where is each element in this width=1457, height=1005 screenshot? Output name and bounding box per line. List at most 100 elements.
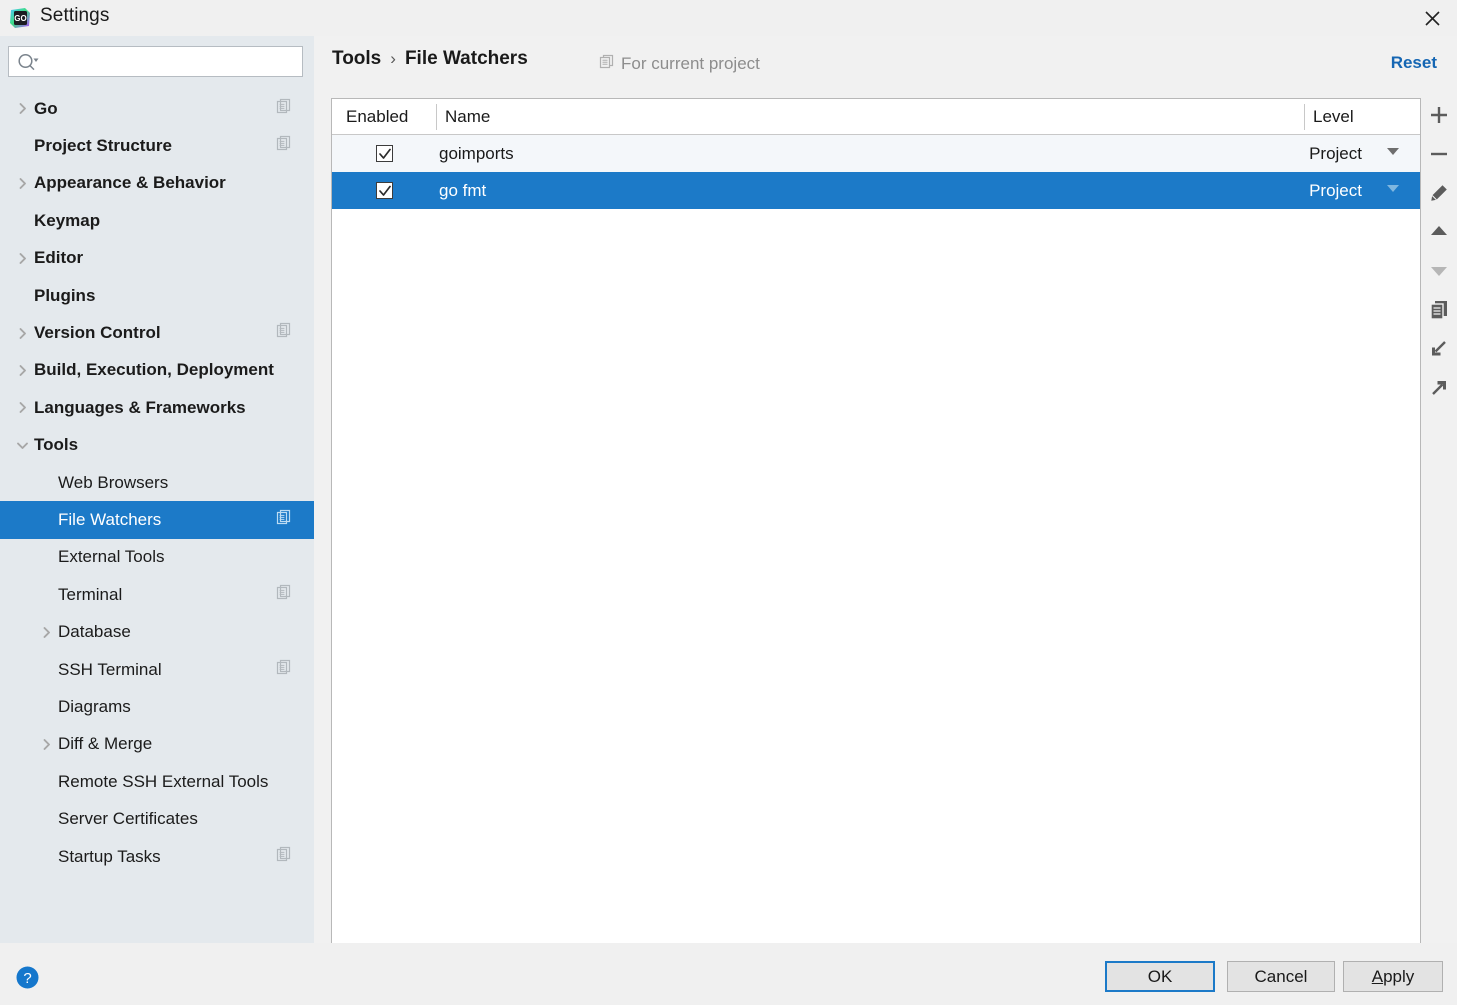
breadcrumb-separator-icon: › bbox=[390, 49, 396, 68]
sidebar-item-tools[interactable]: Tools bbox=[0, 427, 314, 464]
chevron-right-icon[interactable] bbox=[15, 326, 29, 340]
sidebar-item-label: Plugins bbox=[34, 285, 96, 305]
close-icon[interactable] bbox=[1407, 0, 1457, 36]
sidebar-item-label: Appearance & Behavior bbox=[34, 173, 226, 193]
chevron-right-icon[interactable] bbox=[15, 176, 29, 190]
column-header-level[interactable]: Level bbox=[1313, 99, 1354, 134]
sidebar-item-label: Tools bbox=[34, 435, 79, 455]
chevron-right-icon[interactable] bbox=[39, 737, 53, 751]
settings-tree: Go Project Structure Appearance & Behavior… bbox=[0, 90, 314, 875]
project-scope-icon bbox=[276, 322, 292, 344]
chevron-down-icon[interactable] bbox=[1386, 145, 1400, 163]
sidebar-item-editor[interactable]: Editor bbox=[0, 240, 314, 277]
import-icon bbox=[1429, 339, 1449, 364]
chevron-right-icon[interactable] bbox=[39, 625, 53, 639]
sidebar-item-label: Build, Execution, Deployment bbox=[34, 360, 274, 380]
export-button[interactable] bbox=[1422, 371, 1456, 410]
sidebar-item-version-control[interactable]: Version Control bbox=[0, 314, 314, 351]
minus-icon bbox=[1429, 144, 1449, 169]
cancel-button[interactable]: Cancel bbox=[1227, 961, 1335, 992]
sidebar-item-go[interactable]: Go bbox=[0, 90, 314, 127]
sidebar-item-languages-frameworks[interactable]: Languages & Frameworks bbox=[0, 389, 314, 426]
move-up-button[interactable] bbox=[1422, 215, 1456, 254]
sidebar-item-label: Server Certificates bbox=[58, 809, 198, 829]
table-row[interactable]: goimports Project bbox=[332, 135, 1420, 172]
header-divider-2 bbox=[1304, 104, 1305, 130]
enabled-checkbox[interactable] bbox=[376, 182, 393, 199]
edit-button[interactable] bbox=[1422, 176, 1456, 215]
watcher-level: Project bbox=[1309, 180, 1362, 200]
sidebar-item-label: External Tools bbox=[58, 547, 165, 567]
project-scope-icon bbox=[276, 584, 292, 606]
chevron-down-icon[interactable] bbox=[15, 438, 29, 452]
chevron-right-icon[interactable] bbox=[15, 363, 29, 377]
watcher-name: go fmt bbox=[439, 180, 487, 200]
sidebar-item-label: Version Control bbox=[34, 323, 161, 343]
add-button[interactable] bbox=[1422, 98, 1456, 137]
chevron-right-icon[interactable] bbox=[15, 251, 29, 265]
copy-button[interactable] bbox=[1422, 293, 1456, 332]
move-down-button[interactable] bbox=[1422, 254, 1456, 293]
plus-icon bbox=[1429, 105, 1449, 130]
goland-icon: GO bbox=[9, 7, 31, 29]
sidebar-item-label: Project Structure bbox=[34, 136, 172, 156]
project-scope-icon bbox=[276, 659, 292, 681]
sidebar-item-database[interactable]: Database bbox=[0, 613, 314, 650]
apply-mnemonic: A bbox=[1371, 966, 1384, 986]
file-watchers-table: Enabled Name Level goimports Project go fm… bbox=[331, 98, 1421, 958]
breadcrumb: Tools › File Watchers bbox=[332, 48, 528, 70]
sidebar-item-startup-tasks[interactable]: Startup Tasks bbox=[0, 838, 314, 875]
sidebar-item-build-execution-deployment[interactable]: Build, Execution, Deployment bbox=[0, 352, 314, 389]
sidebar-item-label: Go bbox=[34, 98, 58, 118]
sidebar-item-label: Keymap bbox=[34, 210, 101, 230]
project-scope-icon bbox=[599, 54, 614, 74]
sidebar-item-plugins[interactable]: Plugins bbox=[0, 277, 314, 314]
scope-note: For current project bbox=[599, 54, 760, 74]
sidebar-item-file-watchers[interactable]: File Watchers bbox=[0, 501, 314, 539]
pencil-icon bbox=[1429, 183, 1449, 208]
table-header-row: Enabled Name Level bbox=[332, 99, 1420, 135]
apply-rest: pply bbox=[1383, 966, 1415, 986]
chevron-right-icon[interactable] bbox=[15, 102, 29, 116]
help-icon[interactable]: ? bbox=[15, 965, 40, 990]
enabled-checkbox[interactable] bbox=[376, 145, 393, 162]
search-box[interactable] bbox=[8, 46, 303, 77]
sidebar-item-label: Editor bbox=[34, 248, 84, 268]
breadcrumb-parent[interactable]: Tools bbox=[332, 48, 381, 70]
sidebar-item-label: File Watchers bbox=[58, 509, 162, 529]
sidebar-item-keymap[interactable]: Keymap bbox=[0, 202, 314, 239]
ok-button[interactable]: OK bbox=[1105, 961, 1215, 992]
sidebar-item-label: Startup Tasks bbox=[58, 846, 161, 866]
title-bar: GO Settings bbox=[0, 0, 1457, 36]
sidebar-item-web-browsers[interactable]: Web Browsers bbox=[0, 464, 314, 501]
apply-button[interactable]: Apply bbox=[1343, 961, 1443, 992]
settings-sidebar: Go Project Structure Appearance & Behavior… bbox=[0, 36, 314, 943]
sidebar-item-label: Diff & Merge bbox=[58, 734, 153, 754]
sidebar-item-appearance-behavior[interactable]: Appearance & Behavior bbox=[0, 165, 314, 202]
sidebar-item-server-certificates[interactable]: Server Certificates bbox=[0, 800, 314, 837]
import-button[interactable] bbox=[1422, 332, 1456, 371]
sidebar-item-project-structure[interactable]: Project Structure bbox=[0, 127, 314, 164]
sidebar-item-ssh-terminal[interactable]: SSH Terminal bbox=[0, 651, 314, 688]
search-input[interactable] bbox=[45, 47, 295, 76]
sidebar-item-diagrams[interactable]: Diagrams bbox=[0, 688, 314, 725]
project-scope-icon bbox=[276, 135, 292, 157]
scope-note-label: For current project bbox=[621, 54, 760, 73]
sidebar-item-diff-merge[interactable]: Diff & Merge bbox=[0, 726, 314, 763]
sidebar-item-label: Languages & Frameworks bbox=[34, 397, 246, 417]
column-header-name[interactable]: Name bbox=[445, 99, 490, 134]
column-header-enabled[interactable]: Enabled bbox=[346, 99, 408, 134]
sidebar-item-external-tools[interactable]: External Tools bbox=[0, 539, 314, 576]
table-row[interactable]: go fmt Project bbox=[332, 172, 1420, 209]
reset-link[interactable]: Reset bbox=[1391, 53, 1437, 73]
sidebar-item-remote-ssh-external-tools[interactable]: Remote SSH External Tools bbox=[0, 763, 314, 800]
chevron-down-icon[interactable] bbox=[1386, 182, 1400, 200]
remove-button[interactable] bbox=[1422, 137, 1456, 176]
svg-text:?: ? bbox=[23, 970, 31, 987]
table-body: goimports Project go fmt Project bbox=[332, 135, 1420, 209]
project-scope-icon bbox=[276, 846, 292, 868]
chevron-right-icon[interactable] bbox=[15, 401, 29, 415]
sidebar-item-terminal[interactable]: Terminal bbox=[0, 576, 314, 613]
dialog-footer: ? OK Cancel Apply bbox=[0, 943, 1457, 1005]
svg-text:GO: GO bbox=[14, 14, 26, 23]
